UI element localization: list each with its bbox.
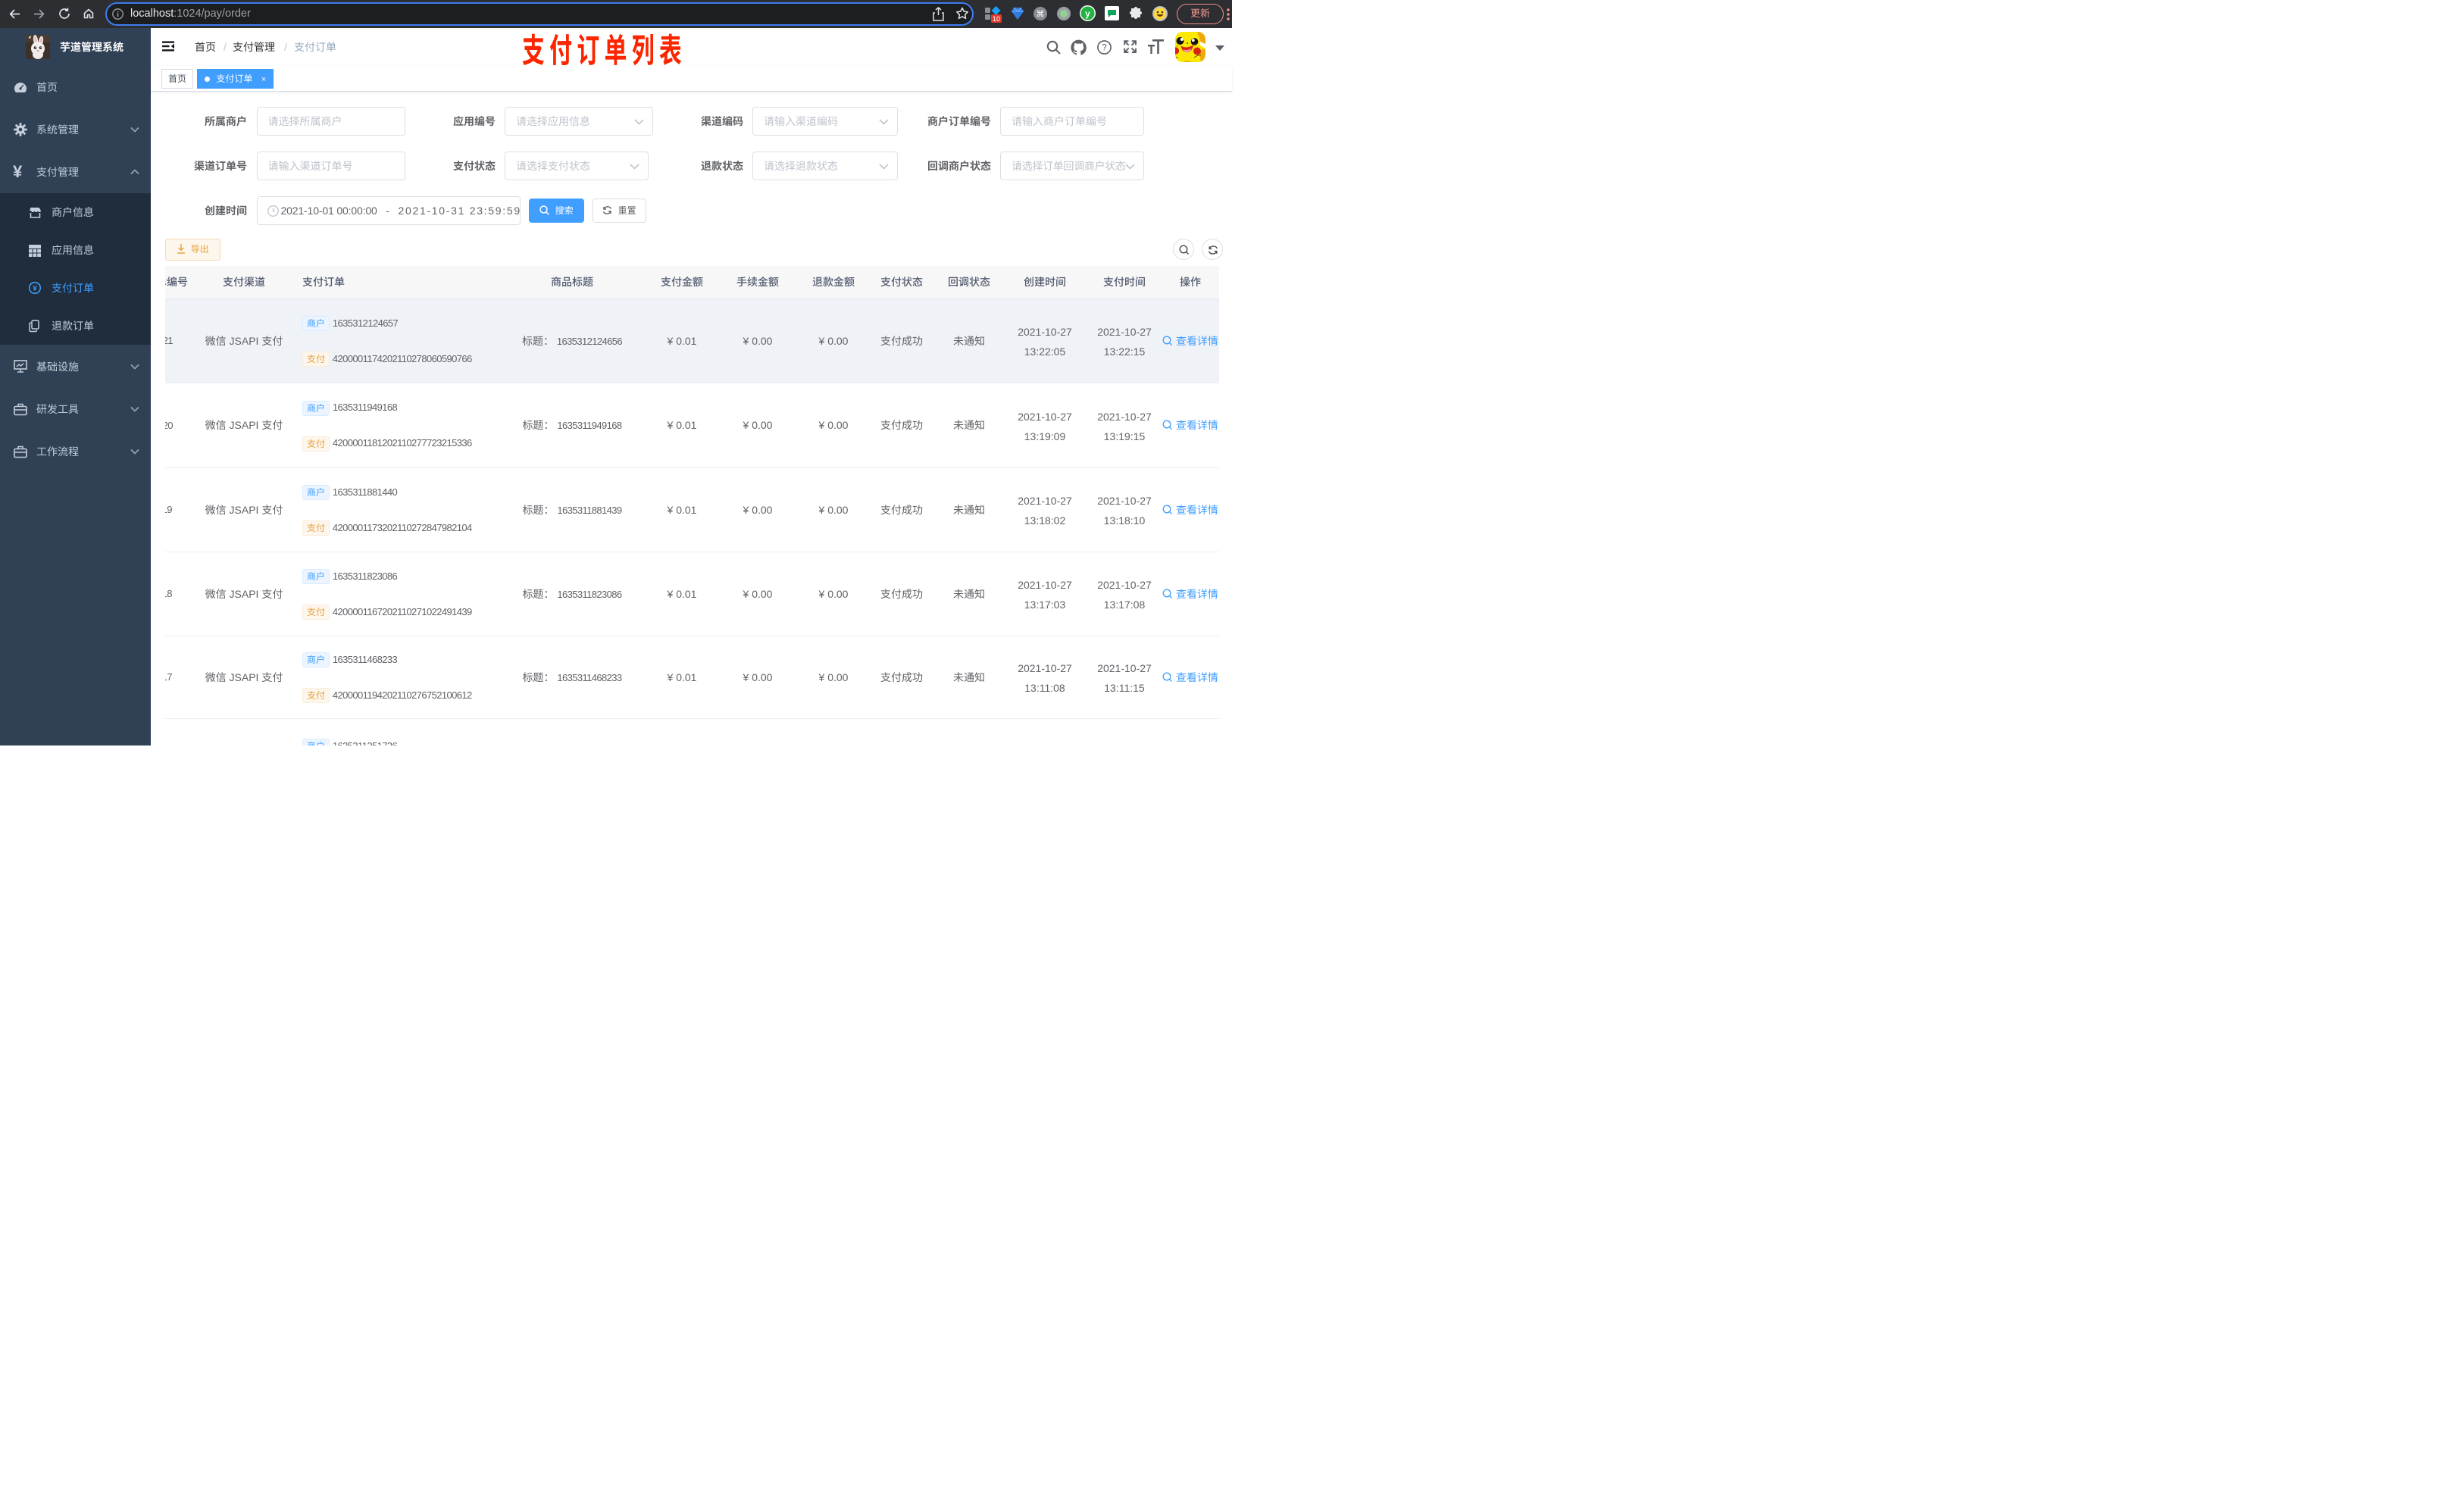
svg-text:⌘: ⌘ — [1037, 10, 1045, 19]
svg-text:10: 10 — [993, 15, 1000, 23]
svg-text:¥: ¥ — [33, 285, 37, 293]
svg-text:?: ? — [1102, 44, 1106, 53]
svg-text:y: y — [1085, 8, 1090, 19]
